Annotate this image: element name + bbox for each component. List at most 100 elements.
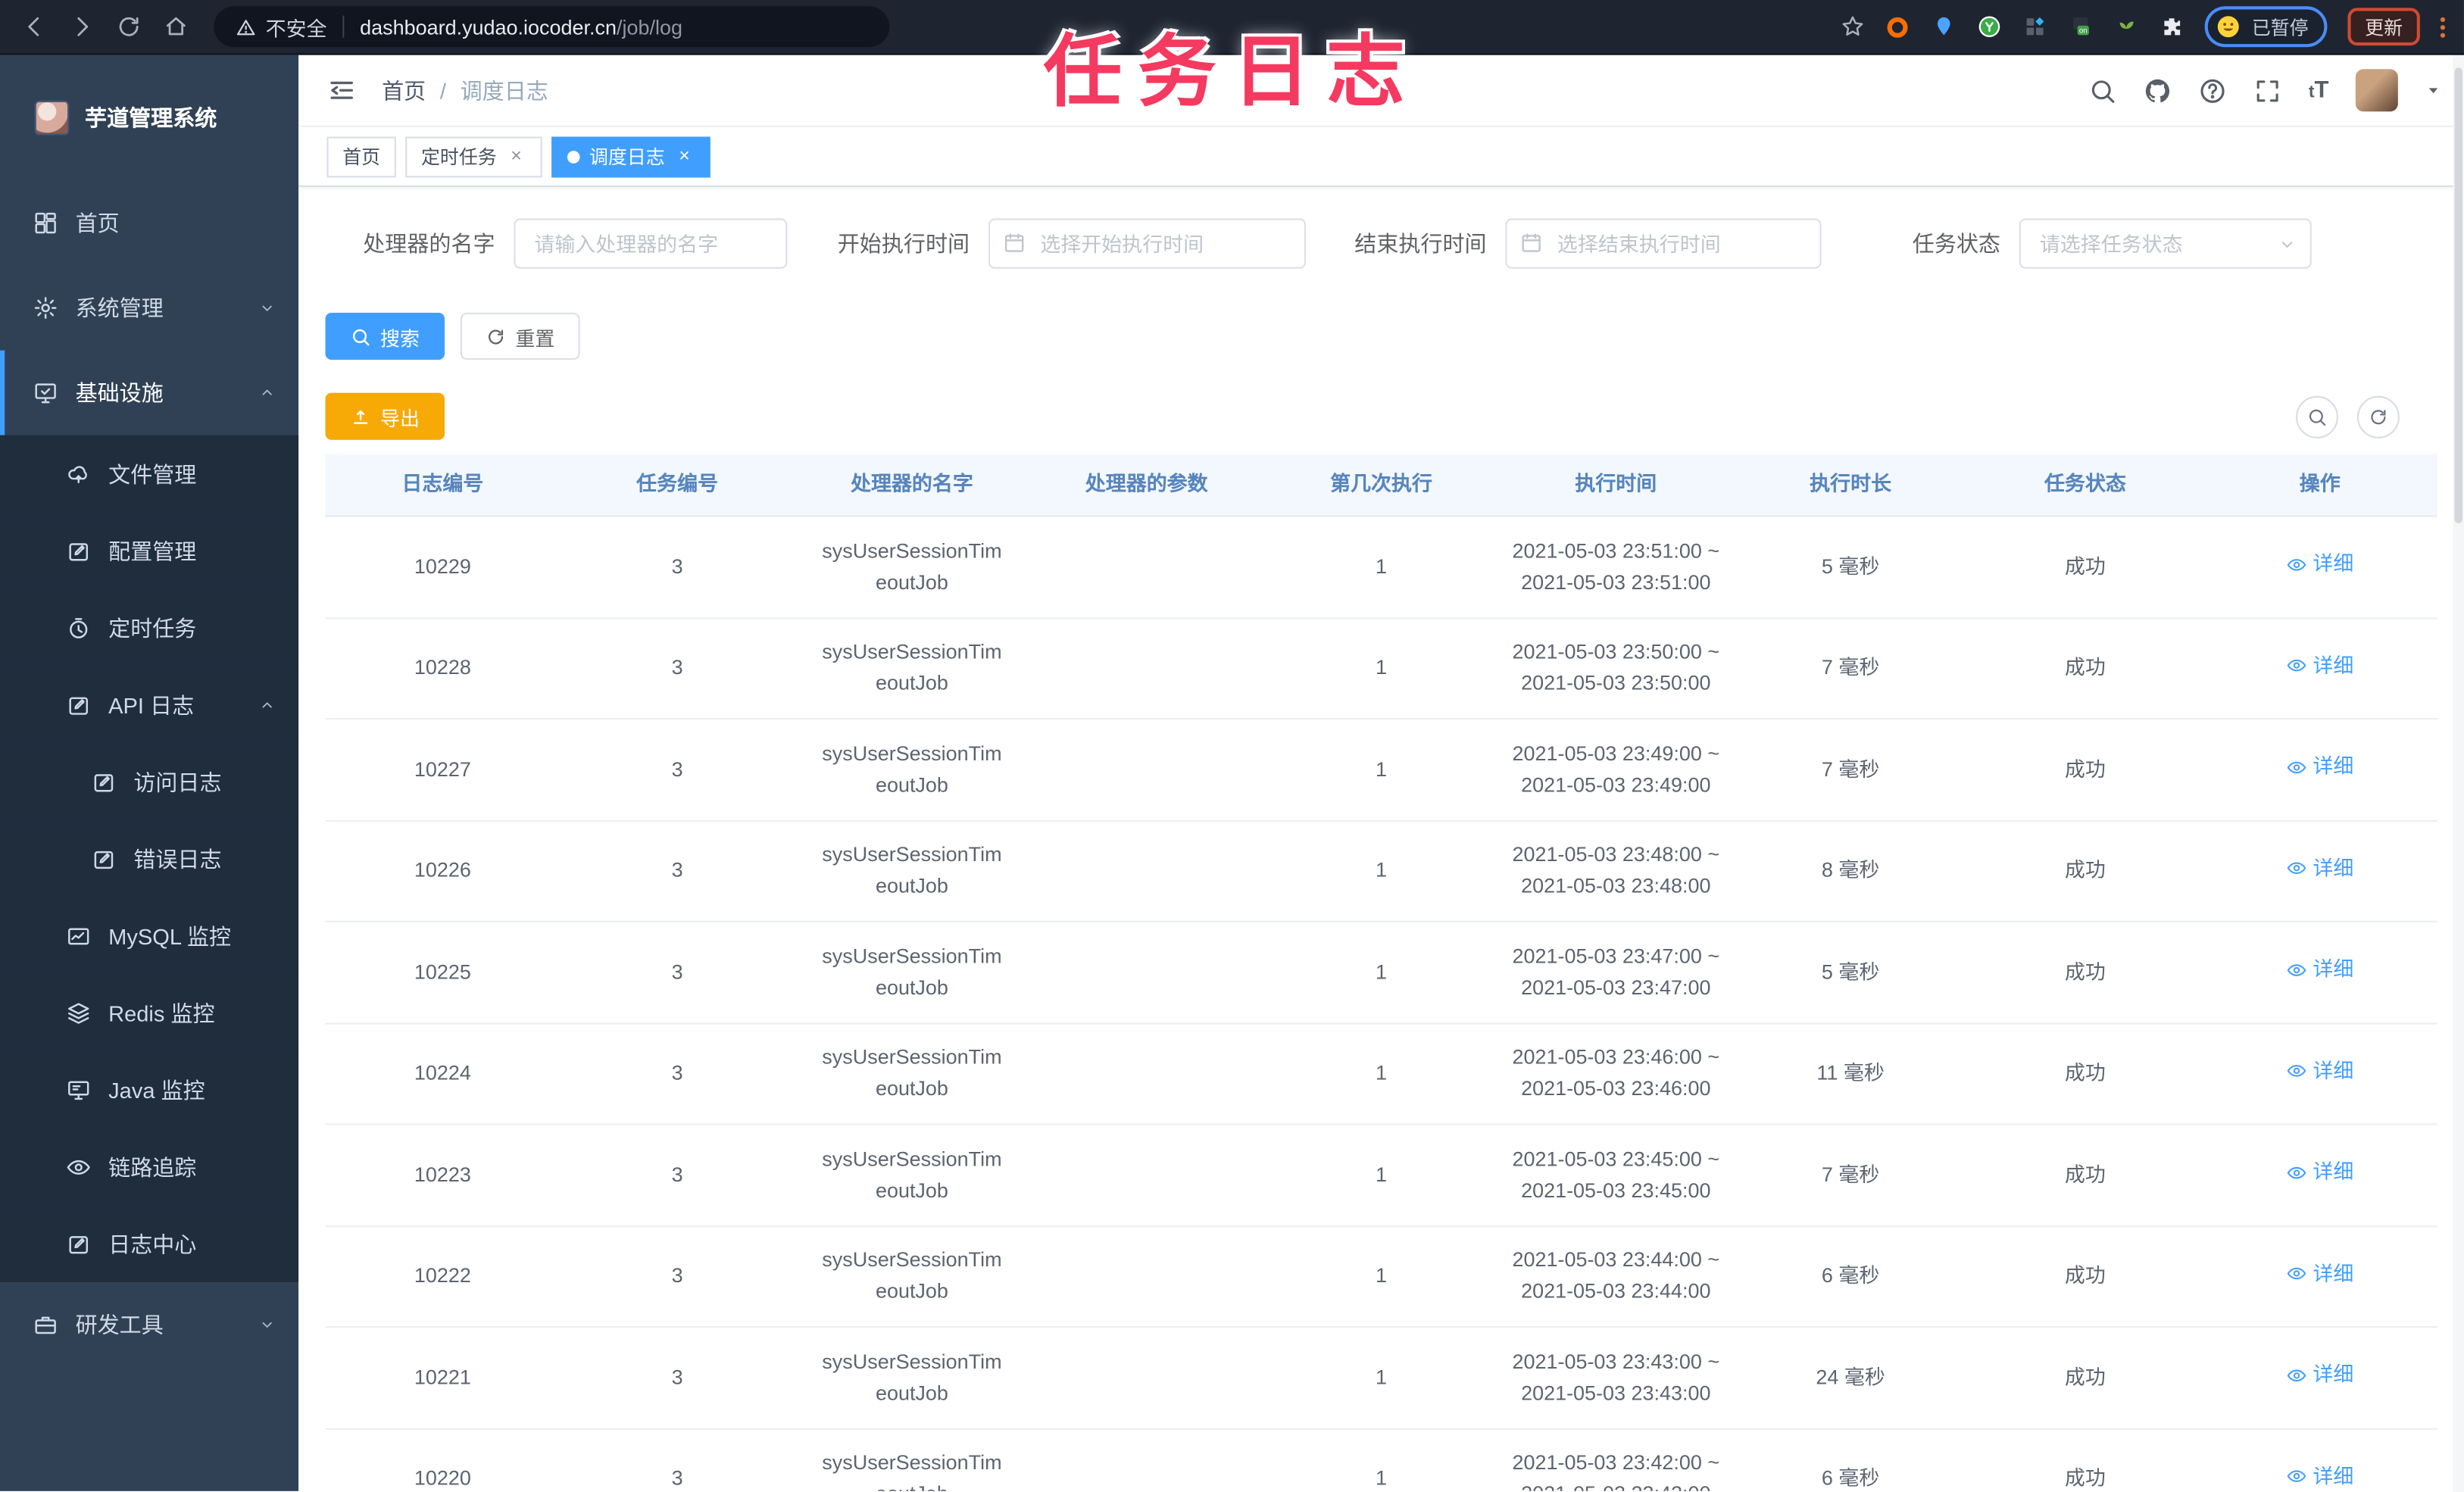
table-cell: 成功 bbox=[2064, 858, 2106, 882]
javamon-icon bbox=[66, 1077, 91, 1102]
sidebar-item[interactable]: 错误日志 bbox=[0, 819, 299, 897]
font-size-icon[interactable]: tT bbox=[2309, 77, 2329, 104]
table-row: 10229 3 sysUserSessionTim eoutJob 1 2021-05-0… bbox=[325, 517, 2437, 619]
detail-link[interactable]: 详细 bbox=[2286, 549, 2353, 581]
detail-link[interactable]: 详细 bbox=[2286, 954, 2353, 986]
table-cell: sysUserSessionTimeoutJob bbox=[822, 639, 1002, 695]
table-cell: 8 毫秒 bbox=[1821, 858, 1880, 882]
sprout-icon[interactable] bbox=[2113, 14, 2138, 39]
table-cell: 3 bbox=[671, 1365, 683, 1389]
help-icon[interactable] bbox=[2199, 76, 2227, 105]
emoji-face-icon bbox=[2217, 16, 2239, 38]
edit-icon bbox=[66, 1231, 91, 1256]
tab-active[interactable]: 调度日志 × bbox=[551, 136, 710, 177]
column-header: 任务编号 bbox=[636, 472, 719, 496]
detail-link[interactable]: 详细 bbox=[2286, 1461, 2353, 1491]
fullscreen-icon[interactable] bbox=[2253, 76, 2281, 105]
table-cell: 7 毫秒 bbox=[1821, 757, 1880, 781]
sidebar-item[interactable]: 定时任务 bbox=[0, 588, 299, 666]
blue-pin-icon[interactable] bbox=[1932, 14, 1957, 39]
browser-window: 不安全 dashboard.yudao.iocoder.cn /job/log … bbox=[0, 0, 2464, 1492]
export-button[interactable]: 导出 bbox=[325, 392, 445, 440]
menu-dots-icon[interactable] bbox=[2440, 16, 2446, 37]
detail-link[interactable]: 详细 bbox=[2286, 1157, 2353, 1189]
dashboard-icon bbox=[33, 211, 58, 236]
sidebar-item[interactable]: API 日志 bbox=[0, 666, 299, 744]
filter-input-3[interactable] bbox=[2019, 218, 2312, 269]
sidebar-item[interactable]: 基础设施 bbox=[0, 350, 298, 435]
filter-input-0[interactable] bbox=[514, 218, 788, 269]
reset-button[interactable]: 重置 bbox=[460, 312, 580, 361]
table-cell-actions: 详细 bbox=[2203, 1259, 2437, 1294]
sidebar-item[interactable]: 链路追踪 bbox=[0, 1128, 299, 1206]
forward-icon[interactable] bbox=[69, 14, 94, 39]
collapse-sidebar-icon[interactable] bbox=[327, 76, 357, 105]
tags-view: 首页 定时任务 × 调度日志 × bbox=[298, 127, 2464, 187]
sidebar-item[interactable]: 访问日志 bbox=[0, 743, 299, 820]
on-badge-icon[interactable]: on bbox=[2068, 14, 2093, 39]
sidebar-item[interactable]: 配置管理 bbox=[0, 512, 299, 589]
page-scrollbar[interactable] bbox=[2453, 55, 2464, 1492]
caret-down-icon[interactable] bbox=[2425, 82, 2442, 99]
table-cell: 3 bbox=[671, 1060, 683, 1085]
detail-link[interactable]: 详细 bbox=[2286, 853, 2353, 885]
table-cell: 1 bbox=[1376, 1365, 1388, 1389]
home-icon[interactable] bbox=[164, 14, 189, 39]
breadcrumb-current: 调度日志 bbox=[460, 77, 548, 103]
sidebar-item[interactable]: Java 监控 bbox=[0, 1050, 299, 1128]
page-content: 处理器的名字开始执行时间结束执行时间任务状态 搜索 重置 导出 日志编号任务编号… bbox=[298, 187, 2464, 1491]
detail-link[interactable]: 详细 bbox=[2286, 1259, 2353, 1291]
search-button[interactable]: 搜索 bbox=[325, 312, 445, 361]
sidebar-item[interactable]: MySQL 监控 bbox=[0, 897, 299, 975]
sidebar-item[interactable]: 研发工具 bbox=[0, 1282, 298, 1367]
breadcrumb-home[interactable]: 首页 bbox=[382, 75, 426, 106]
toggle-search-button[interactable] bbox=[2295, 395, 2339, 438]
detail-link[interactable]: 详细 bbox=[2286, 651, 2353, 682]
orange-ring-icon[interactable] bbox=[1885, 14, 1910, 39]
green-y-icon[interactable] bbox=[1977, 14, 2002, 39]
table-cell-actions: 详细 bbox=[2203, 549, 2437, 585]
puzzle-icon[interactable] bbox=[2159, 14, 2184, 39]
user-avatar[interactable] bbox=[2355, 69, 2398, 112]
table-cell: 2021-05-03 23:45:00 ~2021-05-03 23:45:00 bbox=[1512, 1146, 1720, 1202]
sidebar-item[interactable]: 日志中心 bbox=[0, 1205, 299, 1282]
table-cell: 2021-05-03 23:42:00 ~2021-05-03 23:42:00 bbox=[1512, 1450, 1720, 1491]
back-icon[interactable] bbox=[22, 14, 47, 39]
github-icon[interactable] bbox=[2144, 76, 2172, 105]
close-tab-icon[interactable]: × bbox=[674, 146, 695, 167]
detail-link[interactable]: 详细 bbox=[2286, 1359, 2353, 1391]
sidebar-item[interactable]: 系统管理 bbox=[0, 266, 298, 351]
table-cell: 3 bbox=[671, 655, 683, 679]
detail-link[interactable]: 详细 bbox=[2286, 1056, 2353, 1088]
close-tab-icon[interactable]: × bbox=[506, 146, 526, 167]
app-logo[interactable]: 芋道管理系统 bbox=[0, 55, 298, 181]
table-cell: 7 毫秒 bbox=[1821, 655, 1880, 679]
filter-input-1[interactable] bbox=[988, 218, 1306, 269]
filter-group: 结束执行时间 bbox=[1354, 218, 1822, 269]
table-cell: sysUserSessionTimeoutJob bbox=[822, 944, 1002, 999]
tab-item[interactable]: 首页 bbox=[326, 136, 396, 177]
table-cell: 5 毫秒 bbox=[1821, 554, 1880, 578]
table-cell-actions: 详细 bbox=[2203, 1056, 2437, 1091]
reload-icon[interactable] bbox=[117, 14, 142, 39]
table-cell: 2021-05-03 23:44:00 ~2021-05-03 23:44:00 bbox=[1512, 1247, 1720, 1303]
address-bar[interactable]: 不安全 dashboard.yudao.iocoder.cn /job/log bbox=[214, 6, 890, 48]
sidebar-item[interactable]: Redis 监控 bbox=[0, 974, 299, 1051]
table-cell: 3 bbox=[671, 959, 683, 984]
table-cell: 2021-05-03 23:50:00 ~2021-05-03 23:50:00 bbox=[1512, 639, 1720, 695]
bookmark-star-icon[interactable] bbox=[1840, 14, 1865, 39]
detail-link[interactable]: 详细 bbox=[2286, 751, 2353, 783]
grid-diamond-icon[interactable] bbox=[2022, 14, 2047, 39]
table-cell: 1 bbox=[1376, 757, 1388, 781]
tab-item[interactable]: 定时任务 × bbox=[405, 136, 542, 177]
update-button[interactable]: 更新 bbox=[2347, 8, 2420, 46]
search-icon[interactable] bbox=[2088, 76, 2116, 105]
filter-input-2[interactable] bbox=[1505, 218, 1822, 269]
profile-paused-chip[interactable]: 已暂停 bbox=[2204, 6, 2328, 48]
sidebar-item[interactable]: 首页 bbox=[0, 181, 298, 266]
table-row: 10224 3 sysUserSessionTim eoutJob 1 2021-05-0… bbox=[325, 1024, 2437, 1125]
edit-icon bbox=[66, 538, 91, 563]
refresh-button[interactable] bbox=[2356, 395, 2400, 438]
table-cell: 成功 bbox=[2064, 655, 2106, 679]
sidebar-item[interactable]: 文件管理 bbox=[0, 435, 299, 513]
